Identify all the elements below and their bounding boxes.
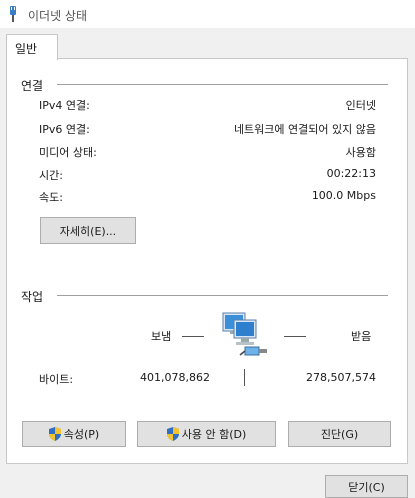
duration-value: 00:22:13 xyxy=(326,167,376,180)
disable-button-label: 사용 안 함(D) xyxy=(181,428,247,441)
sent-label: 보냄 xyxy=(151,330,172,343)
bytes-label: 바이트: xyxy=(39,373,74,386)
details-button[interactable]: 자세히(E)... xyxy=(40,217,136,244)
bytes-sent-value: 401,078,862 xyxy=(140,371,210,384)
ipv4-value: 인터넷 xyxy=(345,99,376,112)
diagnose-button-label: 진단(G) xyxy=(320,428,359,441)
uac-shield-icon xyxy=(166,427,179,441)
speed-label: 속도: xyxy=(39,191,63,204)
received-dash xyxy=(284,336,306,337)
ipv6-value: 네트워크에 연결되어 있지 않음 xyxy=(233,123,376,136)
duration-label: 시간: xyxy=(39,169,63,182)
activity-group-label: 작업 xyxy=(21,290,44,304)
connection-group-divider xyxy=(57,84,388,85)
ethernet-plug-icon xyxy=(10,6,16,22)
tab-general-label: 일반 xyxy=(15,42,38,56)
close-button[interactable]: 닫기(C) xyxy=(325,475,408,498)
connection-group-label: 연결 xyxy=(21,79,44,93)
sent-dash xyxy=(182,336,204,337)
bytes-divider xyxy=(244,369,245,386)
media-state-value: 사용함 xyxy=(345,146,376,159)
properties-button-label: 속성(P) xyxy=(63,428,100,441)
tab-general[interactable]: 일반 xyxy=(6,34,58,60)
received-label: 받음 xyxy=(351,330,372,343)
tab-panel xyxy=(6,58,408,464)
media-state-label: 미디어 상태: xyxy=(39,146,97,159)
window-title: 이더넷 상태 xyxy=(28,9,88,23)
speed-value: 100.0 Mbps xyxy=(311,189,376,202)
disable-button[interactable]: 사용 안 함(D) xyxy=(137,421,276,447)
ipv4-label: IPv4 연결: xyxy=(39,99,90,112)
title-bar: 이더넷 상태 xyxy=(0,0,415,28)
close-button-label: 닫기(C) xyxy=(348,480,385,494)
uac-shield-icon xyxy=(48,427,61,441)
properties-button[interactable]: 속성(P) xyxy=(22,421,126,447)
ipv6-label: IPv6 연결: xyxy=(39,123,90,136)
network-computers-icon xyxy=(222,312,267,356)
diagnose-button[interactable]: 진단(G) xyxy=(288,421,391,447)
bytes-received-value: 278,507,574 xyxy=(306,371,376,384)
details-button-label: 자세히(E)... xyxy=(59,224,117,238)
activity-group-divider xyxy=(57,295,388,296)
